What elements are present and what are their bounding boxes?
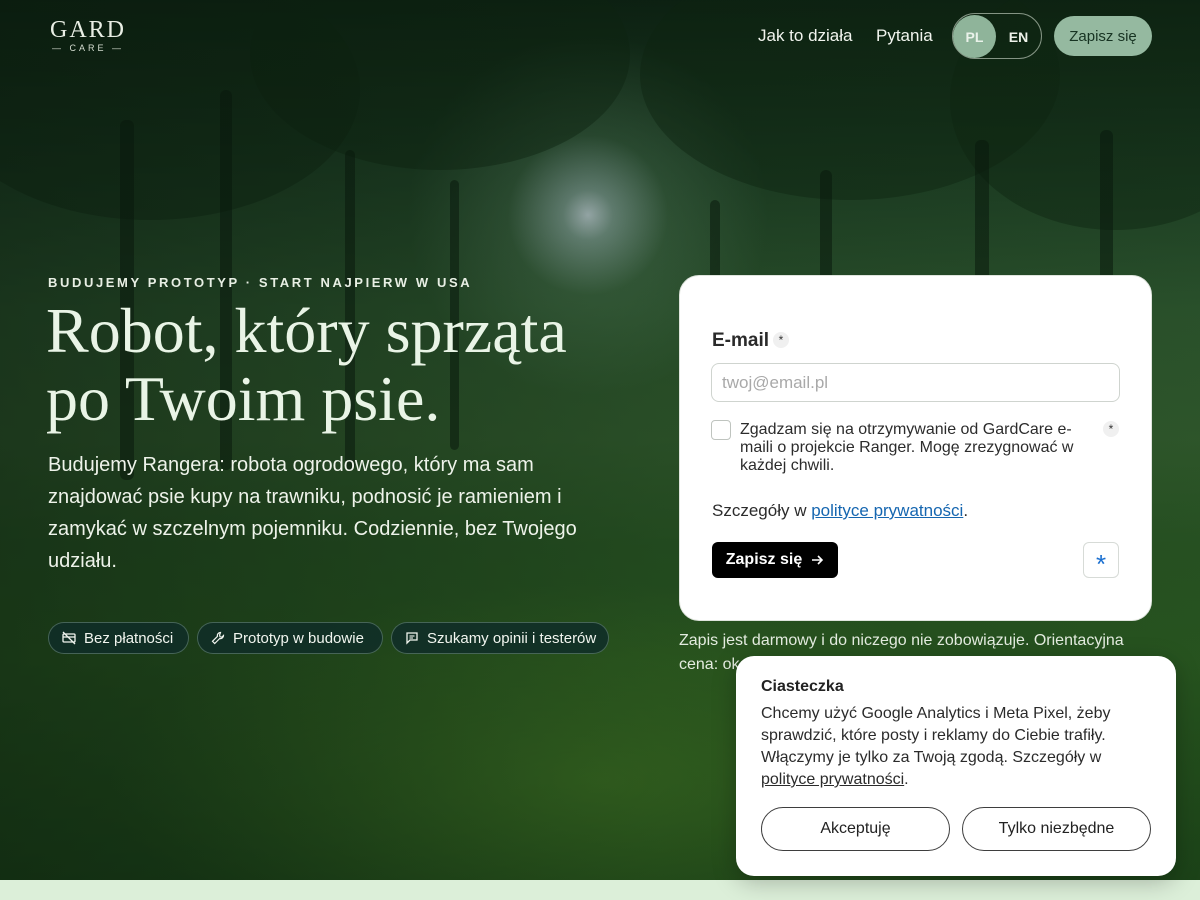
asterisk-button[interactable]: * bbox=[1083, 542, 1119, 579]
privacy-prefix: Szczegóły w bbox=[712, 501, 812, 520]
nav-questions[interactable]: Pytania bbox=[876, 26, 933, 46]
privacy-details: Szczegóły w polityce prywatności. bbox=[712, 501, 968, 521]
required-marker: * bbox=[1103, 421, 1119, 437]
signup-form-card: E-mail * Zgadzam się na otrzymywanie od … bbox=[679, 275, 1152, 621]
chat-icon bbox=[406, 632, 418, 645]
pill-prototype: Prototyp w budowie bbox=[197, 622, 383, 654]
wrench-icon bbox=[211, 631, 225, 645]
consent-text: Zgadzam się na otrzymywanie od GardCare … bbox=[740, 421, 1074, 474]
hero-eyebrow: BUDUJEMY PROTOTYP · START NAJPIERW W USA bbox=[48, 275, 473, 290]
lang-en-button[interactable]: EN bbox=[997, 15, 1040, 58]
privacy-policy-link[interactable]: polityce prywatności bbox=[811, 501, 963, 520]
arrow-right-icon bbox=[812, 555, 824, 565]
nav-how-it-works[interactable]: Jak to działa bbox=[758, 26, 853, 46]
logo-subtitle: — CARE — bbox=[51, 43, 124, 53]
consent-checkbox[interactable] bbox=[711, 420, 731, 440]
pill-label: Szukamy opinii i testerów bbox=[427, 629, 597, 647]
hero-description: Budujemy Rangera: robota ogrodowego, któ… bbox=[48, 454, 577, 572]
hero-title: Robot, który sprząta po Twoim psie. bbox=[46, 297, 646, 433]
logo[interactable]: GARD — CARE — bbox=[48, 18, 128, 53]
privacy-suffix: . bbox=[963, 501, 969, 520]
required-marker: * bbox=[773, 332, 789, 348]
cookie-banner: Ciasteczka Chcemy użyć Google Analytics … bbox=[736, 656, 1176, 876]
logo-wordmark: GARD bbox=[49, 17, 126, 43]
pill-label: Prototyp w budowie bbox=[233, 629, 364, 647]
no-card-icon bbox=[62, 631, 76, 645]
cookie-accept-button[interactable]: Akceptuję bbox=[761, 807, 950, 851]
lang-pl-button[interactable]: PL bbox=[953, 15, 996, 58]
pill-label: Bez płatności bbox=[84, 629, 174, 647]
submit-button[interactable]: Zapisz się bbox=[712, 542, 838, 578]
cookie-necessary-button[interactable]: Tylko niezbędne bbox=[962, 807, 1151, 851]
email-label: E-mail bbox=[712, 330, 770, 351]
language-switch: PL EN bbox=[952, 13, 1042, 59]
cookie-privacy-link[interactable]: polityce prywatności bbox=[761, 771, 904, 788]
bottom-strip bbox=[0, 880, 1200, 900]
submit-label: Zapisz się bbox=[725, 551, 803, 568]
cookie-suffix: . bbox=[904, 771, 909, 788]
cookie-text: Chcemy użyć Google Analytics i Meta Pixe… bbox=[761, 703, 1141, 791]
header-signup-button[interactable]: Zapisz się bbox=[1054, 16, 1152, 56]
pill-no-payment: Bez płatności bbox=[48, 622, 189, 654]
email-input[interactable] bbox=[711, 363, 1120, 402]
hero-title-line-1: Robot, który sprząta bbox=[46, 295, 567, 366]
cookie-body: Chcemy użyć Google Analytics i Meta Pixe… bbox=[761, 705, 1111, 766]
cookie-title: Ciasteczka bbox=[761, 678, 844, 695]
pill-feedback: Szukamy opinii i testerów bbox=[391, 622, 609, 654]
hero-title-line-2: po Twoim psie. bbox=[46, 363, 441, 434]
